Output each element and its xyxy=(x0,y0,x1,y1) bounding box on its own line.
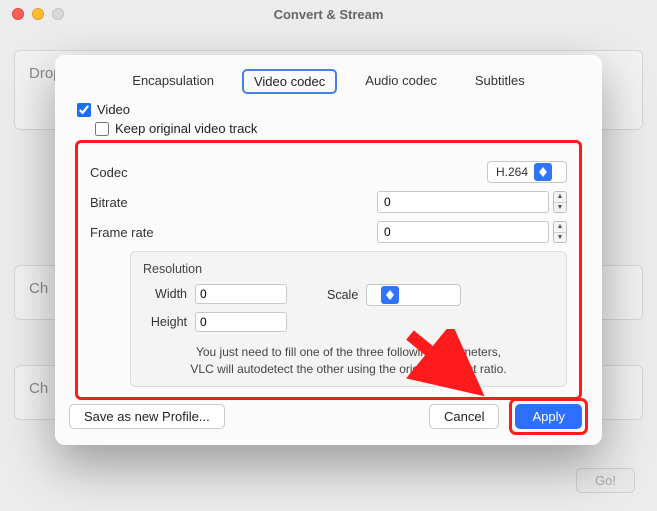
tab-audio-codec[interactable]: Audio codec xyxy=(355,69,447,94)
resolution-hint: You just need to fill one of the three f… xyxy=(183,344,514,378)
video-settings-highlight: Codec H.264 Bitrate ▲▼ Frame rate xyxy=(75,140,582,400)
tab-video-codec[interactable]: Video codec xyxy=(242,69,337,94)
framerate-stepper[interactable]: ▲▼ xyxy=(553,221,567,243)
resolution-title: Resolution xyxy=(143,262,554,276)
dropdown-icon xyxy=(534,163,552,181)
profile-sheet: Encapsulation Video codec Audio codec Su… xyxy=(55,55,602,445)
height-label: Height xyxy=(143,315,187,329)
bitrate-input[interactable] xyxy=(377,191,549,213)
framerate-input[interactable] xyxy=(377,221,549,243)
window-title: Convert & Stream xyxy=(0,7,657,22)
codec-value: H.264 xyxy=(496,165,528,179)
bitrate-label: Bitrate xyxy=(90,195,185,210)
width-label: Width xyxy=(143,287,187,301)
keep-original-label: Keep original video track xyxy=(115,121,257,136)
scale-label: Scale xyxy=(327,288,358,302)
save-profile-button[interactable]: Save as new Profile... xyxy=(69,404,225,429)
codec-tabs: Encapsulation Video codec Audio codec Su… xyxy=(122,69,534,94)
apply-button[interactable]: Apply xyxy=(515,404,582,429)
video-enable-label: Video xyxy=(97,102,130,117)
keep-original-checkbox[interactable] xyxy=(95,122,109,136)
codec-label: Codec xyxy=(90,165,185,180)
go-button[interactable]: Go! xyxy=(576,468,635,493)
resolution-group: Resolution Width Height xyxy=(130,251,567,387)
tab-subtitles[interactable]: Subtitles xyxy=(465,69,535,94)
video-enable-checkbox[interactable] xyxy=(77,103,91,117)
dropdown-icon xyxy=(381,286,399,304)
apply-highlight: Apply xyxy=(509,398,588,435)
codec-select[interactable]: H.264 xyxy=(487,161,567,183)
width-input[interactable] xyxy=(195,284,287,304)
scale-select[interactable] xyxy=(366,284,461,306)
cancel-button[interactable]: Cancel xyxy=(429,404,499,429)
tab-encapsulation[interactable]: Encapsulation xyxy=(122,69,224,94)
bitrate-stepper[interactable]: ▲▼ xyxy=(553,191,567,213)
framerate-label: Frame rate xyxy=(90,225,185,240)
height-input[interactable] xyxy=(195,312,287,332)
